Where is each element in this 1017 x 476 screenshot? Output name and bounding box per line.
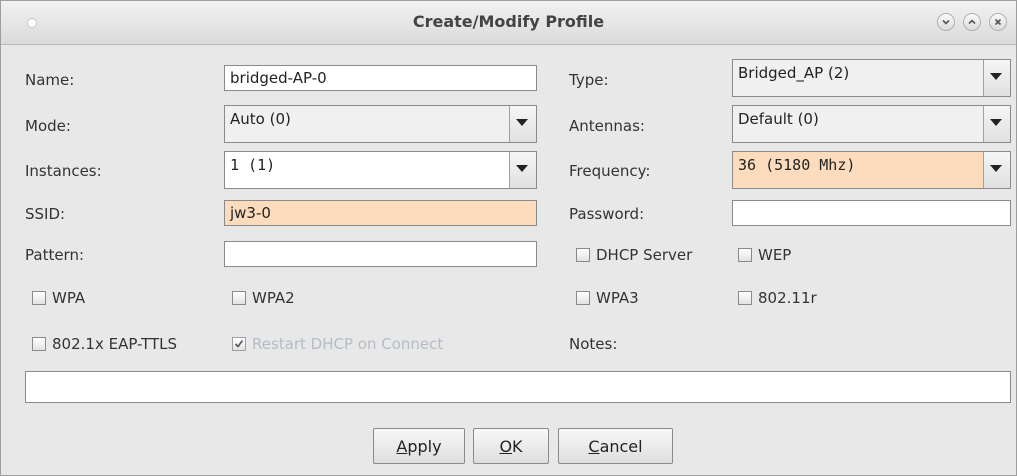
apply-button-mnemonic: A	[396, 436, 408, 456]
ok-button[interactable]: OK	[473, 428, 549, 464]
mode-label: Mode:	[25, 117, 71, 135]
wpa2-checkbox[interactable]: WPA2	[232, 289, 295, 307]
wep-checkbox-box[interactable]	[738, 248, 752, 262]
restart-dhcp-checkbox-box	[232, 337, 246, 351]
chevron-up-icon	[968, 19, 976, 25]
pattern-label: Pattern:	[25, 246, 85, 264]
close-button[interactable]	[989, 13, 1007, 31]
80211r-checkbox[interactable]: 802.11r	[738, 289, 817, 307]
80211r-checkbox-box[interactable]	[738, 291, 752, 305]
80211r-checkbox-label: 802.11r	[758, 289, 817, 307]
ok-button-label: K	[512, 436, 523, 456]
password-field[interactable]	[732, 200, 1011, 226]
cancel-button-label: ancel	[599, 436, 643, 456]
type-select-value: Bridged_AP (2)	[738, 64, 850, 82]
restart-dhcp-checkbox-label: Restart DHCP on Connect	[252, 335, 444, 353]
instances-select-value: 1 (1)	[230, 156, 276, 174]
ssid-field[interactable]: jw3-0	[224, 200, 537, 226]
pattern-field[interactable]	[224, 241, 537, 267]
create-modify-profile-dialog: Create/Modify Profile Name: bridged-AP-0…	[0, 0, 1017, 476]
wep-checkbox[interactable]: WEP	[738, 246, 791, 264]
dhcp-server-checkbox-box[interactable]	[576, 248, 590, 262]
chevron-down-icon	[990, 165, 1002, 172]
dhcp-server-checkbox-label: DHCP Server	[596, 246, 693, 264]
instances-select[interactable]: 1 (1)	[224, 151, 537, 189]
mode-select-value: Auto (0)	[230, 110, 291, 128]
frequency-label: Frequency:	[569, 162, 651, 180]
checkmark-icon	[234, 340, 244, 348]
antennas-select[interactable]: Default (0)	[732, 105, 1011, 143]
wpa-checkbox-label: WPA	[52, 289, 86, 307]
mode-dropdown-button[interactable]	[509, 106, 536, 142]
wpa2-checkbox-box[interactable]	[232, 291, 246, 305]
antennas-label: Antennas:	[569, 117, 645, 135]
instances-label: Instances:	[25, 162, 102, 180]
ok-button-mnemonic: O	[499, 436, 513, 456]
window-title: Create/Modify Profile	[412, 12, 605, 31]
notes-field[interactable]	[25, 371, 1011, 403]
cancel-button-mnemonic: C	[588, 436, 600, 456]
wpa3-checkbox-label: WPA3	[596, 289, 639, 307]
ssid-label: SSID:	[25, 205, 66, 223]
notes-label: Notes:	[569, 335, 618, 353]
password-label: Password:	[569, 205, 645, 223]
wpa2-checkbox-label: WPA2	[252, 289, 295, 307]
frequency-select[interactable]: 36 (5180 Mhz)	[732, 151, 1011, 189]
chevron-down-icon	[990, 119, 1002, 126]
wep-checkbox-label: WEP	[758, 246, 792, 264]
chevron-down-icon	[942, 19, 950, 25]
wpa-checkbox-box[interactable]	[32, 291, 46, 305]
chevron-down-icon	[516, 119, 528, 126]
wpa3-checkbox-box[interactable]	[576, 291, 590, 305]
chevron-down-icon	[516, 165, 528, 172]
apply-button[interactable]: Apply	[373, 428, 465, 464]
restart-dhcp-checkbox: Restart DHCP on Connect	[232, 335, 443, 353]
mode-select[interactable]: Auto (0)	[224, 105, 537, 143]
title-bar[interactable]: Create/Modify Profile	[1, 1, 1016, 45]
minimize-button[interactable]	[937, 13, 955, 31]
wpa3-checkbox[interactable]: WPA3	[576, 289, 639, 307]
type-label: Type:	[569, 71, 609, 89]
cancel-button[interactable]: Cancel	[558, 428, 673, 464]
type-dropdown-button[interactable]	[983, 60, 1010, 96]
close-icon	[994, 18, 1002, 26]
name-field[interactable]: bridged-AP-0	[224, 65, 537, 91]
chevron-down-icon	[990, 73, 1002, 80]
dhcp-server-checkbox[interactable]: DHCP Server	[576, 246, 692, 264]
antennas-dropdown-button[interactable]	[983, 106, 1010, 142]
apply-button-label: pply	[407, 436, 442, 456]
wpa-checkbox[interactable]: WPA	[32, 289, 85, 307]
eap-ttls-checkbox-box[interactable]	[32, 337, 46, 351]
type-select[interactable]: Bridged_AP (2)	[732, 59, 1011, 97]
name-label: Name:	[25, 71, 75, 89]
instances-dropdown-button[interactable]	[509, 152, 536, 188]
frequency-select-value: 36 (5180 Mhz)	[738, 156, 856, 174]
eap-ttls-checkbox[interactable]: 802.1x EAP-TTLS	[32, 335, 177, 353]
maximize-button[interactable]	[963, 13, 981, 31]
antennas-select-value: Default (0)	[738, 110, 819, 128]
eap-ttls-checkbox-label: 802.1x EAP-TTLS	[52, 335, 178, 353]
frequency-dropdown-button[interactable]	[983, 152, 1010, 188]
